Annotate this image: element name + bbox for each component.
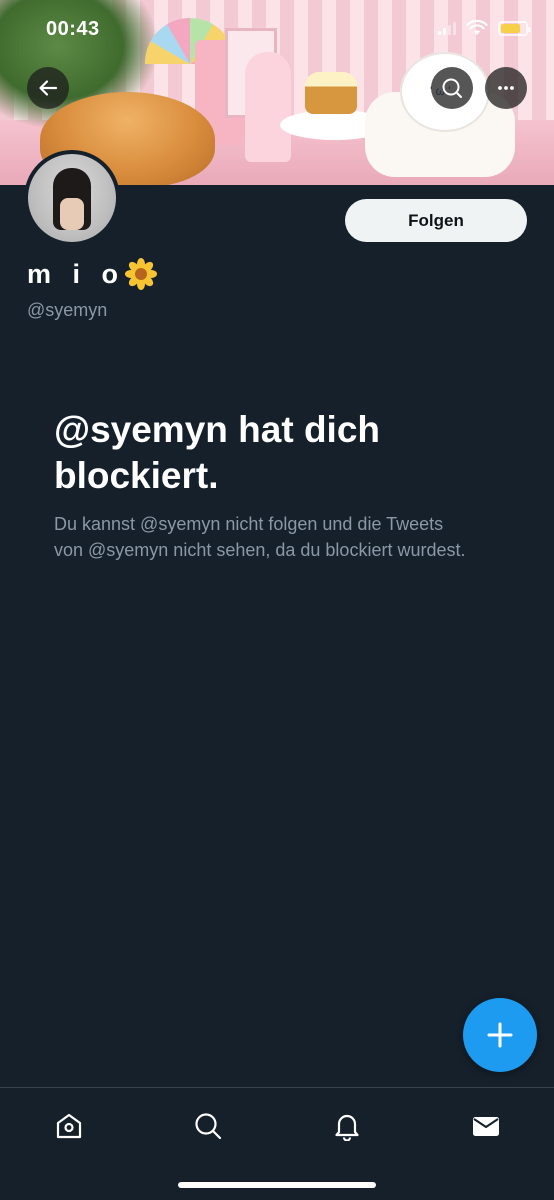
avatar-figure [60,198,84,230]
nav-notifications[interactable] [327,1106,367,1146]
nav-search[interactable] [188,1106,228,1146]
more-horizontal-icon [498,86,514,90]
compose-tweet-button[interactable] [463,998,537,1072]
search-button[interactable] [431,67,473,109]
nav-messages[interactable] [466,1106,506,1146]
home-icon [56,1113,82,1139]
display-name: m i o [27,258,158,290]
avatar[interactable] [24,150,120,246]
plus-icon [487,1022,513,1048]
arrow-left-icon [39,80,58,96]
bell-icon [335,1114,359,1141]
sunflower-icon [125,258,158,290]
nav-home[interactable] [49,1106,89,1146]
display-name-text: m i o [27,258,126,289]
status-icons [438,20,531,36]
blocked-description: Du kannst @syemyn nicht folgen und die T… [54,514,466,560]
back-button[interactable] [27,67,69,109]
banner-chair [245,52,291,162]
home-indicator[interactable] [178,1182,376,1188]
follow-button[interactable]: Folgen [345,199,527,242]
more-button[interactable] [485,67,527,109]
cellular-signal-icon [438,21,456,35]
mail-icon [473,1117,499,1136]
search-icon [195,1113,222,1140]
wifi-icon [466,20,488,35]
blocked-title: @syemyn hat dich blockiert. [54,409,381,496]
profile-handle: @syemyn [27,300,108,320]
banner-cake [305,72,357,114]
battery-icon [498,20,531,36]
status-time: 00:43 [46,18,100,40]
search-icon [442,78,462,98]
battery-level [501,23,521,33]
